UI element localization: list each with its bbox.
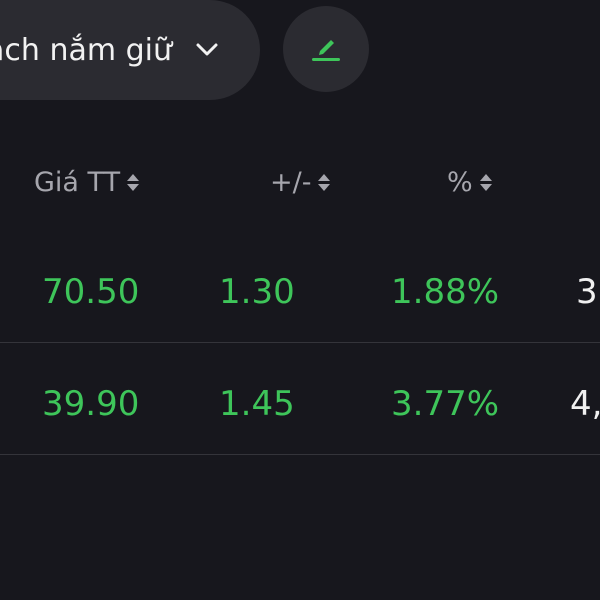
column-header-label: +/- [270, 166, 312, 198]
table-row[interactable]: 70.50 1.30 1.88% 3 [0, 236, 600, 348]
holdings-screen: ách nắm giữ Giá TT +/- % 70.50 1.30 1.88… [0, 0, 600, 600]
row-divider [0, 342, 600, 343]
percent-cell: 1.88% [391, 272, 500, 312]
change-cell: 1.30 [219, 272, 295, 312]
column-header-label: % [447, 166, 473, 198]
extra-cell: 4, [570, 384, 600, 424]
column-header-label: Giá TT [34, 166, 121, 198]
list-selector-button[interactable]: ách nắm giữ [0, 0, 260, 100]
price-cell: 70.50 [42, 272, 140, 312]
column-header-market-price[interactable]: Giá TT [34, 160, 140, 204]
extra-cell: 3 [576, 272, 598, 312]
table-header-row: Giá TT +/- % [0, 160, 600, 204]
sort-icon [318, 173, 331, 191]
edit-button[interactable] [283, 6, 369, 92]
column-header-percent[interactable]: % [447, 160, 492, 204]
chevron-down-icon [194, 37, 220, 63]
sort-icon [479, 173, 492, 191]
sort-icon [127, 173, 140, 191]
price-cell: 39.90 [42, 384, 140, 424]
list-selector-label: ách nắm giữ [0, 32, 172, 68]
pencil-edit-icon [308, 29, 344, 69]
change-cell: 1.45 [219, 384, 295, 424]
table-row[interactable]: 39.90 1.45 3.77% 4, [0, 348, 600, 460]
row-divider [0, 454, 600, 455]
percent-cell: 3.77% [391, 384, 500, 424]
column-header-change[interactable]: +/- [270, 160, 331, 204]
